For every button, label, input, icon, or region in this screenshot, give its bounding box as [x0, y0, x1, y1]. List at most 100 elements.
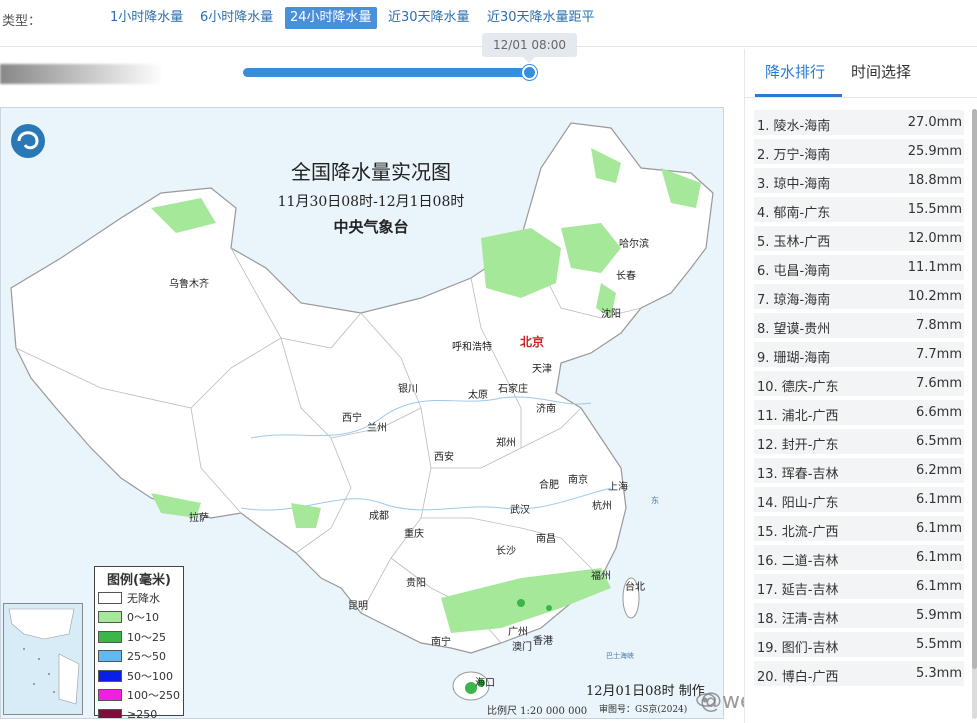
- city-label: 杭州: [592, 501, 612, 512]
- precip-value: 15.5mm: [907, 202, 962, 217]
- map-review-number: 审图号：GS京(2024): [599, 705, 688, 715]
- precip-value: 6.2mm: [915, 463, 962, 478]
- city-label: 太原: [468, 390, 488, 401]
- map-title: 全国降水量实况图: [291, 160, 451, 184]
- type-tab-30d-anomaly[interactable]: 近30天降水量距平: [482, 7, 600, 29]
- tab-time-select[interactable]: 时间选择: [851, 61, 911, 82]
- city-label: 银川: [398, 384, 418, 395]
- sidebar-tabs: 降水排行 时间选择: [745, 49, 977, 98]
- precipitation-map: 东 巴士海峡 全国降水量实况图 11月30日08时-12月1日08时 中央气象台…: [0, 107, 724, 719]
- station-name: 6. 屯昌-海南: [757, 264, 831, 279]
- city-label: 武汉: [510, 505, 530, 516]
- city-label: 哈尔滨: [619, 239, 649, 250]
- station-name: 19. 图们-吉林: [757, 641, 839, 656]
- legend-item: 25～50: [95, 647, 183, 667]
- precip-value: 5.3mm: [915, 666, 962, 681]
- city-label: 南昌: [536, 534, 556, 545]
- type-tab-24h[interactable]: 24小时降水量: [285, 7, 377, 29]
- precip-value: 12.0mm: [907, 231, 962, 246]
- legend-item: 无降水: [95, 588, 183, 608]
- station-name: 13. 珲春-吉林: [757, 467, 839, 482]
- station-name: 17. 延吉-吉林: [757, 583, 839, 598]
- ranking-row[interactable]: 17. 延吉-吉林 6.1mm: [754, 573, 964, 602]
- precip-value: 5.5mm: [915, 637, 962, 652]
- station-name: 3. 琼中-海南: [757, 177, 831, 192]
- city-label: 天津: [532, 364, 552, 375]
- legend-item: 0～10: [95, 608, 183, 628]
- legend-label: 50～100: [127, 669, 173, 683]
- time-tooltip: 12/01 08:00: [482, 33, 577, 63]
- cma-logo: [11, 124, 45, 158]
- station-name: 5. 玉林-广西: [757, 235, 831, 250]
- city-label: 重庆: [404, 529, 424, 540]
- ranking-row[interactable]: 6. 屯昌-海南 11.1mm: [754, 254, 964, 283]
- svg-text:巴士海峡: 巴士海峡: [606, 651, 634, 660]
- south-china-sea-inset: [3, 603, 83, 715]
- precip-value: 6.1mm: [915, 492, 962, 507]
- precip-value: 6.1mm: [915, 579, 962, 594]
- precip-value: 6.1mm: [915, 521, 962, 536]
- ranking-row[interactable]: 1. 陵水-海南 27.0mm: [754, 109, 964, 138]
- ranking-row[interactable]: 5. 玉林-广西 12.0mm: [754, 225, 964, 254]
- legend-label: 0～10: [127, 611, 159, 625]
- precip-value: 7.8mm: [915, 318, 962, 333]
- city-label: 台北: [625, 582, 645, 593]
- ranking-row[interactable]: 10. 德庆-广东 7.6mm: [754, 370, 964, 399]
- precip-value: 7.7mm: [915, 347, 962, 362]
- ranking-row[interactable]: 3. 琼中-海南 18.8mm: [754, 167, 964, 196]
- precip-value: 6.6mm: [915, 405, 962, 420]
- station-name: 8. 望谟-贵州: [757, 322, 831, 337]
- ranking-row[interactable]: 2. 万宁-海南 25.9mm: [754, 138, 964, 167]
- type-tab-30d[interactable]: 近30天降水量: [383, 7, 475, 29]
- city-label: 昆明: [348, 601, 368, 612]
- city-label: 西安: [434, 452, 454, 463]
- ranking-row[interactable]: 16. 二道-吉林 6.1mm: [754, 544, 964, 573]
- ranking-row[interactable]: 8. 望谟-贵州 7.8mm: [754, 312, 964, 341]
- city-label: 沈阳: [601, 309, 621, 320]
- ranking-row[interactable]: 18. 汪清-吉林 5.9mm: [754, 602, 964, 631]
- city-label: 成都: [369, 511, 389, 522]
- ranking-scroll-thumb[interactable]: [972, 109, 977, 669]
- ranking-row[interactable]: 13. 珲春-吉林 6.2mm: [754, 457, 964, 486]
- city-label: 北京: [520, 335, 545, 349]
- tab-precip-ranking[interactable]: 降水排行: [765, 61, 825, 82]
- city-label: 上海: [608, 482, 628, 493]
- precip-value: 11.1mm: [907, 260, 962, 275]
- legend-label: 无降水: [127, 591, 160, 605]
- ranking-row[interactable]: 14. 阳山-广东 6.1mm: [754, 486, 964, 515]
- ranking-row[interactable]: 11. 浦北-广西 6.6mm: [754, 399, 964, 428]
- type-tab-1h[interactable]: 1小时降水量: [105, 7, 188, 29]
- ranking-row[interactable]: 9. 珊瑚-海南 7.7mm: [754, 341, 964, 370]
- ranking-row[interactable]: 12. 封开-广东 6.5mm: [754, 428, 964, 457]
- city-label: 兰州: [367, 423, 387, 434]
- legend-swatch: [98, 630, 122, 643]
- map-issuer: 中央气象台: [333, 218, 409, 236]
- legend-label: ≥250: [127, 708, 158, 719]
- station-name: 9. 珊瑚-海南: [757, 351, 831, 366]
- city-label: 广州: [508, 627, 528, 638]
- station-name: 2. 万宁-海南: [757, 148, 831, 163]
- city-label: 拉萨: [189, 513, 209, 524]
- legend-label: 10～25: [127, 630, 166, 644]
- map-subtitle: 11月30日08时-12月1日08时: [277, 194, 465, 210]
- station-name: 20. 博白-广西: [757, 670, 839, 685]
- city-label: 南宁: [431, 637, 451, 648]
- ranking-row[interactable]: 20. 博白-广西 5.3mm: [754, 660, 964, 689]
- inset-map-graphic: [8, 608, 80, 705]
- time-slider-track[interactable]: [243, 68, 531, 77]
- station-name: 15. 北流-广西: [757, 525, 839, 540]
- city-label: 乌鲁木齐: [169, 279, 209, 290]
- ranking-sidebar: 降水排行 时间选择 1. 陵水-海南 27.0mm 2. 万宁-海南 25.9mm …: [744, 49, 977, 723]
- time-slider-handle[interactable]: [522, 65, 537, 80]
- city-label: 南京: [568, 475, 588, 486]
- ranking-row[interactable]: 19. 图们-吉林 5.5mm: [754, 631, 964, 660]
- precip-value: 5.9mm: [915, 608, 962, 623]
- ranking-row[interactable]: 7. 琼海-海南 10.2mm: [754, 283, 964, 312]
- legend-swatch: [98, 669, 122, 682]
- ranking-row[interactable]: 15. 北流-广西 6.1mm: [754, 515, 964, 544]
- city-label: 贵阳: [406, 578, 426, 589]
- blurred-control: [0, 64, 163, 84]
- map-title-block: 全国降水量实况图 11月30日08时-12月1日08时 中央气象台: [231, 156, 511, 237]
- type-tab-6h[interactable]: 6小时降水量: [195, 7, 278, 29]
- ranking-row[interactable]: 4. 郁南-广东 15.5mm: [754, 196, 964, 225]
